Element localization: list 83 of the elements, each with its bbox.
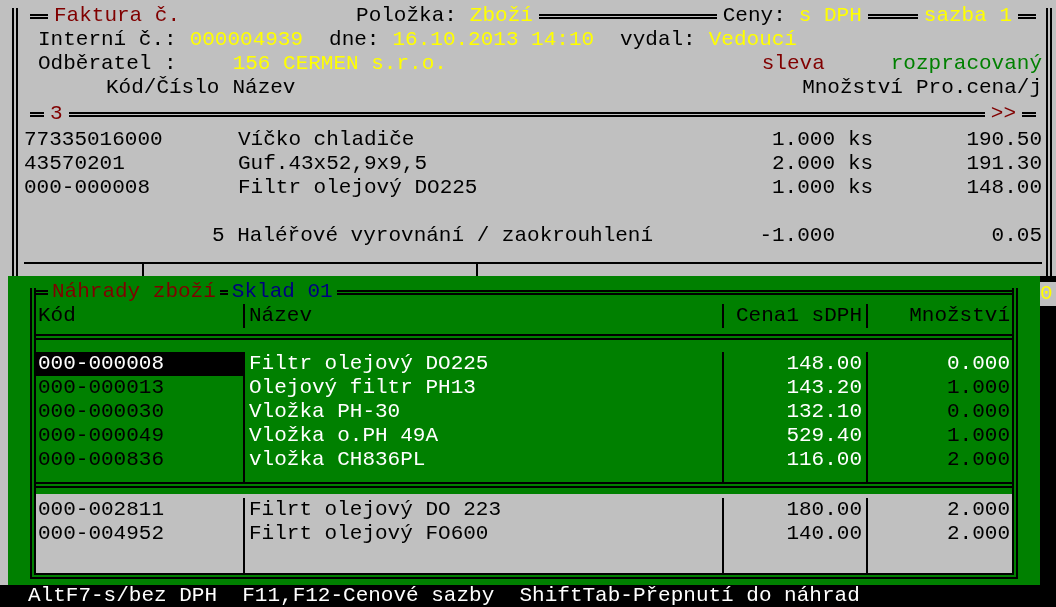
product-code[interactable]: 000-000049 — [36, 424, 243, 449]
issuer-label: vydal: — [620, 28, 696, 52]
column-header: Pro.cena/j — [915, 76, 1042, 100]
item-code: 77335016000 — [24, 128, 164, 152]
item-unit: ks — [848, 152, 875, 176]
border-line — [1018, 13, 1036, 19]
date-value: 16.10.2013 14:10 — [392, 28, 595, 52]
rounding-amount: 0.05 — [990, 224, 1042, 248]
status-label: rozpracovaný — [890, 52, 1042, 76]
product-quantity: 0.000 — [866, 352, 1012, 377]
item-price: 148.00 — [965, 176, 1042, 200]
edge-text: 0 — [1040, 282, 1056, 307]
product-quantity: 2.000 — [866, 522, 1012, 547]
item-label: Položka: — [356, 4, 457, 28]
item-price: 190.50 — [965, 128, 1042, 152]
issuer-value: Vedoucí — [708, 28, 797, 52]
rounding-text: 5 Haléřové vyrovnání / zaokrouhlení — [211, 224, 655, 248]
border-line — [219, 289, 228, 295]
discount-label: sleva — [761, 52, 825, 76]
item-quantity: 2.000 — [771, 152, 835, 176]
product-price: 148.00 — [722, 352, 866, 377]
product-name: Vložka o.PH 49A — [243, 424, 722, 449]
product-name: Vložka PH-30 — [243, 400, 722, 425]
product-price: 143.20 — [722, 376, 866, 401]
prices-label: Ceny: — [722, 4, 786, 28]
item-unit: ks — [848, 128, 875, 152]
item-unit: ks — [848, 176, 875, 200]
column-header: Množství — [802, 76, 903, 100]
product-name: Filrt olejový DO 223 — [243, 498, 722, 523]
column-header: Množství — [866, 304, 1012, 329]
shortcut-hints: AltF7-s/bez DPH F11,F12-Cenové sazby ShiftTab-Přepnutí do náhrad — [28, 585, 860, 607]
row-count: 3 — [50, 102, 63, 126]
product-code[interactable]: 000-000836 — [36, 448, 243, 473]
item-code: 000-000008 — [24, 176, 152, 200]
product-name: vložka CH836PL — [243, 448, 722, 473]
product-code[interactable]: 000-000008 — [36, 352, 243, 377]
item-code: 43570201 — [24, 152, 126, 176]
item-price: 191.30 — [965, 152, 1042, 176]
product-code[interactable]: 000-000013 — [36, 376, 243, 401]
product-quantity: 1.000 — [866, 376, 1012, 401]
product-price: 529.40 — [722, 424, 866, 449]
item-quantity: 1.000 — [771, 128, 835, 152]
product-name: Filtr olejový DO225 — [243, 352, 722, 377]
item-name: Guf.43x52,9x9,5 — [238, 152, 429, 176]
product-quantity: 2.000 — [866, 448, 1012, 473]
list-row[interactable]: 000-004952 Filrt olejový FO600 140.00 2.000 — [36, 522, 1012, 547]
price-rate: sazba 1 — [923, 4, 1012, 28]
column-header: Cena1 sDPH — [722, 304, 866, 329]
product-code[interactable]: 000-000030 — [36, 400, 243, 425]
column-header: Kód — [37, 304, 77, 329]
dialog-title: Náhrady zboží — [52, 280, 216, 305]
warehouse-label: Sklad 01 — [231, 280, 333, 305]
item-type-value: Zboží — [469, 4, 533, 28]
list-row[interactable]: 000-002811 Filrt olejový DO 223 180.00 2.000 — [36, 498, 1012, 523]
product-quantity: 2.000 — [866, 498, 1012, 523]
product-price: 116.00 — [722, 448, 866, 473]
item-name: Filtr olejový DO225 — [238, 176, 479, 200]
product-price: 132.10 — [722, 400, 866, 425]
rounding-quantity: -1.000 — [758, 224, 835, 248]
product-price: 180.00 — [722, 498, 866, 523]
border-line — [30, 13, 48, 19]
column-header: Kód/Číslo — [106, 76, 220, 100]
product-code[interactable]: 000-002811 — [36, 498, 243, 523]
product-price: 140.00 — [722, 522, 866, 547]
product-name: Filrt olejový FO600 — [243, 522, 722, 547]
column-header: Název — [232, 76, 296, 100]
column-header: Název — [243, 304, 722, 329]
item-name: Víčko chladiče — [238, 128, 416, 152]
item-quantity: 1.000 — [771, 176, 835, 200]
internal-number-value: 000004939 — [189, 28, 304, 52]
product-quantity: 0.000 — [866, 400, 1012, 425]
border-line — [1022, 111, 1036, 117]
border-line — [30, 111, 44, 117]
product-quantity: 1.000 — [866, 424, 1012, 449]
customer-value: 156 CERMEN s.r.o. — [232, 52, 447, 76]
product-code[interactable]: 000-004952 — [36, 522, 243, 547]
invoice-title: Faktura č. — [54, 4, 181, 28]
prices-value: s DPH — [798, 4, 862, 28]
customer-label: Odběratel : — [38, 52, 177, 76]
date-label: dne: — [329, 28, 380, 52]
product-name: Olejový filtr PH13 — [243, 376, 722, 401]
internal-number-label: Interní č.: — [38, 28, 177, 52]
more-columns-indicator: >> — [990, 102, 1016, 126]
